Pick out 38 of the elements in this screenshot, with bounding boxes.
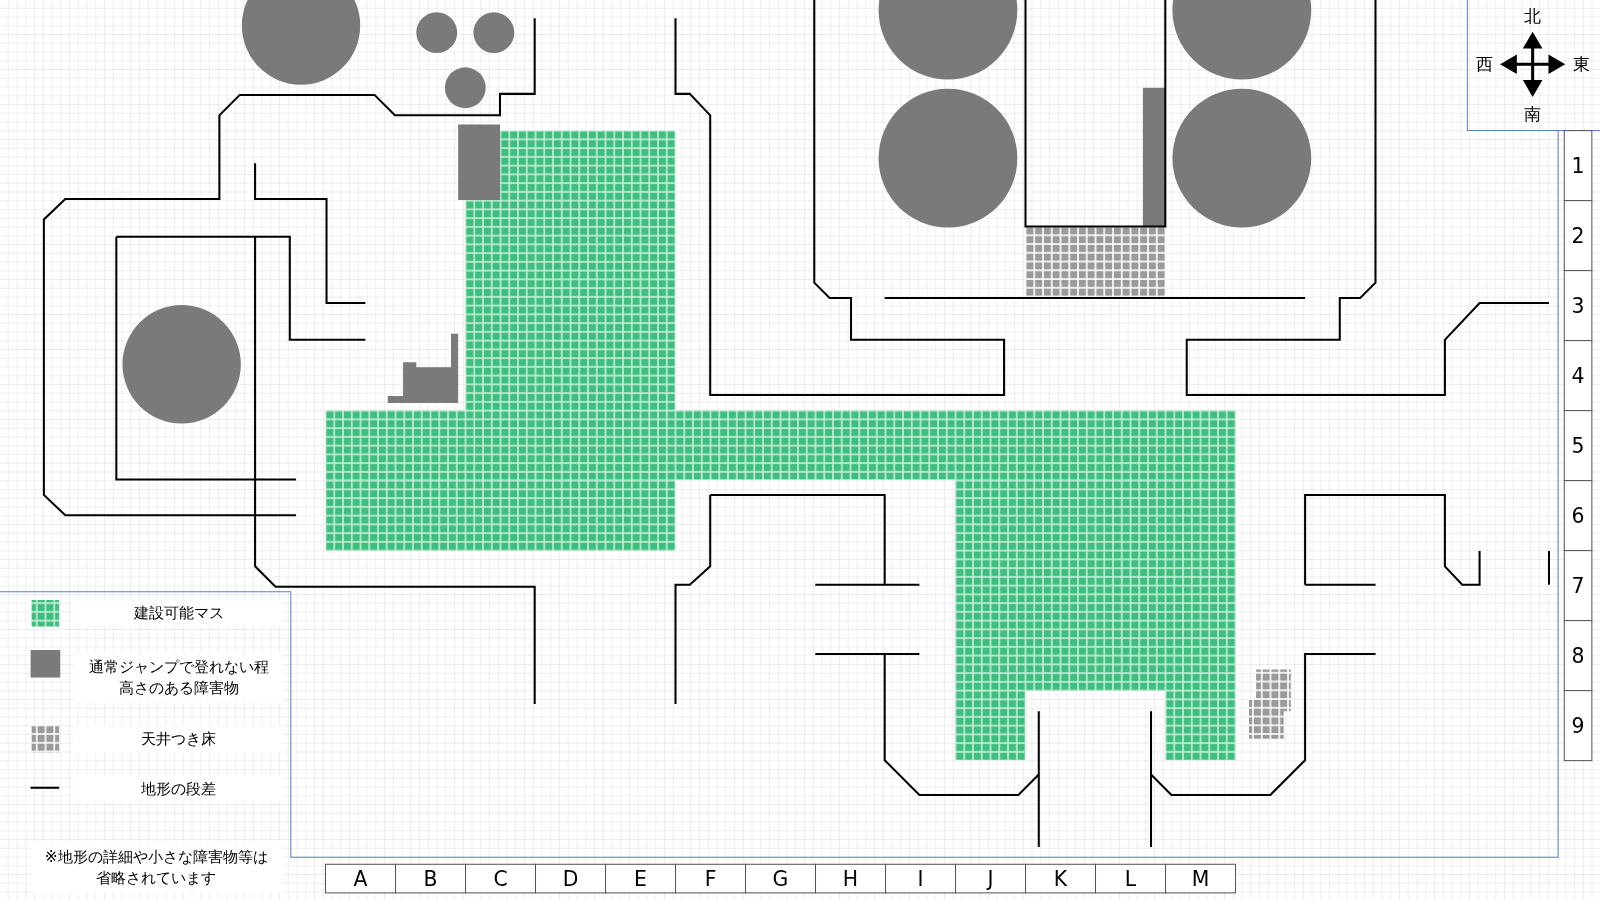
column-label: L (1124, 866, 1137, 891)
row-label: 3 (1571, 293, 1585, 318)
column-label: J (987, 866, 994, 891)
south-label: 南 (1524, 104, 1542, 125)
column-label: G (772, 866, 789, 891)
column-label: B (423, 866, 438, 891)
row-label: 8 (1571, 643, 1585, 668)
step-line-swatch (30, 786, 60, 789)
row-label: 4 (1571, 363, 1585, 388)
row-label: 1 (1571, 153, 1585, 178)
row-label: 6 (1571, 503, 1585, 528)
column-label: M (1191, 866, 1210, 891)
east-label: 東 (1573, 54, 1591, 75)
column-label: K (1053, 866, 1068, 891)
compass-arrows-icon (1501, 33, 1564, 96)
column-label: A (353, 866, 368, 891)
ceiling-floor-swatch (31, 726, 60, 753)
legend-label: 高さのある障害物 (118, 678, 239, 697)
obstacle-swatch (30, 650, 61, 678)
note-text: ※地形の詳細や小さな障害物等は (44, 848, 268, 867)
row-label: 7 (1571, 573, 1585, 598)
row-label: 5 (1571, 433, 1585, 458)
legend-label: 通常ジャンプで登れない程 (88, 658, 269, 677)
column-label: H (842, 866, 859, 891)
column-label: E (634, 866, 647, 891)
column-label: F (704, 866, 717, 891)
row-label: 9 (1571, 713, 1585, 738)
column-label: C (493, 866, 508, 891)
west-label: 西 (1476, 54, 1494, 75)
north-label: 北 (1524, 6, 1542, 27)
row-label: 2 (1571, 223, 1585, 248)
legend-label: 建設可能マス (133, 604, 224, 623)
buildable-swatch (31, 600, 60, 627)
column-label: D (562, 866, 579, 891)
note-text: 省略されています (96, 868, 217, 887)
legend-label: 天井つき床 (141, 730, 217, 749)
legend-label: 地形の段差 (141, 779, 217, 798)
column-label: I (917, 866, 924, 891)
